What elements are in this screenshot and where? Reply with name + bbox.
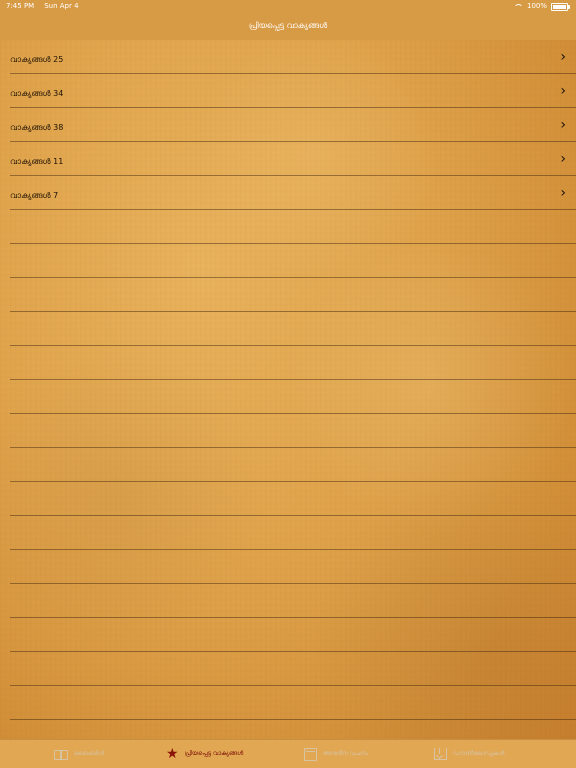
battery-fill	[553, 5, 566, 9]
tab-downloads[interactable]: ഡൗൺലോഡുകൾ	[434, 740, 504, 768]
list-item[interactable]: വാക്യങ്ങൾ 25 ›	[0, 40, 576, 73]
tab-downloads-label: ഡൗൺലോഡുകൾ	[453, 750, 505, 757]
status-left: 7:45 PM Sun Apr 4	[6, 0, 79, 12]
list-item-label: വാക്യങ്ങൾ 34	[10, 89, 64, 98]
empty-row-separator	[10, 277, 576, 278]
empty-row-separator	[10, 515, 576, 516]
tab-daily-verse-label: അനുദിന വചനം	[323, 750, 369, 757]
list-item[interactable]: വാക്യങ്ങൾ 7 ›	[0, 176, 576, 209]
chevron-right-icon: ›	[560, 83, 566, 99]
tab-bible-label: ബൈബിൾ	[74, 750, 105, 757]
tab-daily-verse[interactable]: അനുദിന വചനം	[304, 740, 368, 768]
empty-row-separator	[10, 481, 576, 482]
tab-bible[interactable]: ബൈബിൾ	[54, 740, 104, 768]
status-date: Sun Apr 4	[44, 2, 79, 10]
battery-icon	[551, 3, 570, 11]
empty-row-separator	[10, 685, 576, 686]
favorite-verses-list: വാക്യങ്ങൾ 25 › വാക്യങ്ങൾ 34 › വാക്യങ്ങൾ …	[0, 40, 576, 740]
empty-row-separator	[10, 413, 576, 414]
chevron-right-icon: ›	[560, 117, 566, 133]
empty-row-separator	[10, 719, 576, 720]
status-bar: 7:45 PM Sun Apr 4 100%	[0, 0, 576, 12]
list-item-label: വാക്യങ്ങൾ 7	[10, 191, 59, 200]
status-right: 100%	[513, 0, 570, 12]
chevron-right-icon: ›	[560, 185, 566, 201]
empty-row-separator	[10, 549, 576, 550]
list-item-label: വാക്യങ്ങൾ 11	[10, 157, 64, 166]
list-item[interactable]: വാക്യങ്ങൾ 11 ›	[0, 142, 576, 175]
tab-favorite-verses-label: പ്രിയപ്പെട്ട വാക്യങ്ങൾ	[184, 750, 244, 757]
status-time: 7:45 PM	[6, 2, 35, 10]
download-icon	[434, 748, 447, 760]
empty-row-separator	[10, 345, 576, 346]
empty-row-separator	[10, 311, 576, 312]
battery-percentage: 100%	[526, 2, 547, 10]
empty-row-separator	[10, 617, 576, 618]
list-item-label: വാക്യങ്ങൾ 25	[10, 55, 64, 64]
empty-row-separator	[10, 447, 576, 448]
tab-favorite-verses[interactable]: ★ പ്രിയപ്പെട്ട വാക്യങ്ങൾ	[166, 740, 243, 768]
navigation-bar: പ്രിയപ്പെട്ട വാക്യങ്ങൾ	[0, 12, 576, 40]
list-item[interactable]: വാക്യങ്ങൾ 34 ›	[0, 74, 576, 107]
book-icon	[54, 749, 68, 760]
row-separator	[10, 209, 576, 210]
calendar-icon	[304, 747, 317, 761]
bottom-tab-bar: ബൈബിൾ ★ പ്രിയപ്പെട്ട വാക്യങ്ങൾ അനുദിന വച…	[0, 739, 576, 768]
chevron-right-icon: ›	[560, 49, 566, 65]
empty-row-separator	[10, 243, 576, 244]
chevron-right-icon: ›	[560, 151, 566, 167]
app-screen: 7:45 PM Sun Apr 4 100% പ്രിയപ്പെട്ട വാക്…	[0, 0, 576, 768]
empty-row-separator	[10, 651, 576, 652]
wifi-icon	[513, 4, 523, 10]
list-item-label: വാക്യങ്ങൾ 38	[10, 123, 64, 132]
empty-row-separator	[10, 379, 576, 380]
page-title: പ്രിയപ്പെട്ട വാക്യങ്ങൾ	[248, 21, 328, 30]
empty-row-separator	[10, 583, 576, 584]
list-item[interactable]: വാക്യങ്ങൾ 38 ›	[0, 108, 576, 141]
star-icon: ★	[166, 746, 179, 762]
